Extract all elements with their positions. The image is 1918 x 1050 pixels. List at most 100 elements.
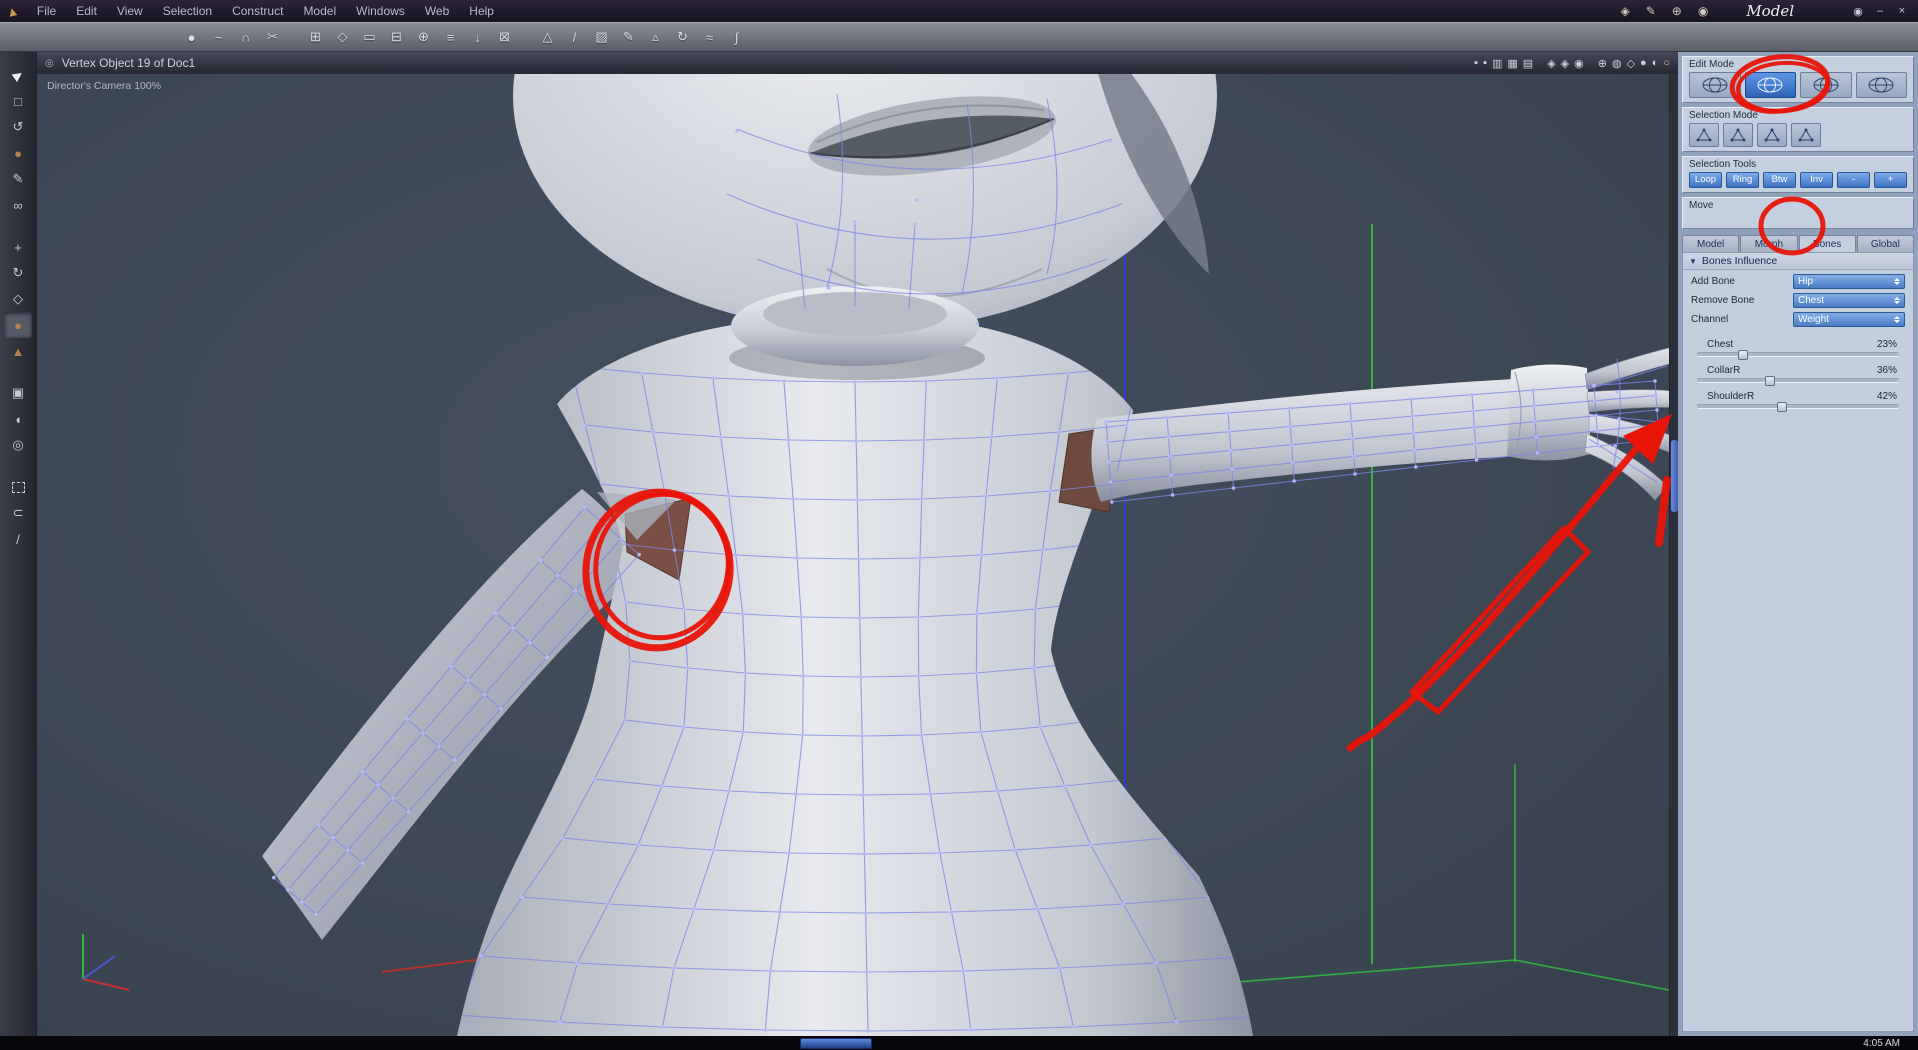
eye-button[interactable]: ◉ [1850, 5, 1866, 18]
edit-mode-wire-button[interactable] [1689, 72, 1741, 98]
weight-slider-thumb[interactable] [1738, 350, 1749, 360]
pyramid-icon[interactable]: ▵ [642, 25, 669, 49]
weight-slider-thumb[interactable] [1764, 376, 1775, 386]
panel-tab[interactable]: Bones [1798, 235, 1856, 252]
collapse-triangle-icon[interactable]: ▼ [1689, 257, 1697, 266]
taskbar-app-button[interactable] [800, 1038, 872, 1049]
sphere-icon[interactable]: ● [1640, 57, 1647, 69]
spin-icon[interactable]: ↻ [669, 25, 696, 49]
menu-item[interactable]: File [27, 0, 66, 22]
split-three-icon[interactable]: ▤ [1523, 57, 1533, 70]
wire-globe-icon[interactable]: ◍ [1612, 57, 1622, 70]
pen-tool[interactable]: ✎ [4, 166, 32, 192]
paint-weights-tool[interactable]: ● [4, 312, 32, 338]
boolean-subtract-icon[interactable]: ⊟ [383, 25, 410, 49]
lasso-tool[interactable]: ⊂ [4, 500, 32, 526]
taskbar[interactable]: 4:05 AM [0, 1036, 1918, 1050]
scissors-icon[interactable]: ✂ [259, 25, 286, 49]
scrollbar-thumb[interactable] [1671, 439, 1678, 512]
grid-icon[interactable]: ⊞ [302, 25, 329, 49]
hatch-icon[interactable]: ▨ [588, 25, 615, 49]
menu-item[interactable]: Windows [346, 0, 415, 22]
cone-icon[interactable]: △ [534, 25, 561, 49]
menu-item[interactable]: Model [293, 0, 346, 22]
edit-mode-shaded-button[interactable] [1800, 72, 1852, 98]
ring-icon[interactable]: ○ [1663, 57, 1670, 69]
minimize-button[interactable]: – [1872, 5, 1888, 18]
menu-item[interactable]: Selection [153, 0, 222, 22]
panel-tab[interactable]: Global [1856, 235, 1914, 252]
wireframe-mode-icon[interactable]: ▪ [1474, 57, 1478, 69]
3d-scene[interactable] [37, 74, 1679, 1036]
viewport-scrollbar[interactable] [1669, 74, 1678, 1036]
orbit-icon[interactable]: ⊕ [1598, 57, 1607, 70]
soft-select-tool[interactable]: ● [4, 140, 32, 166]
marquee-tool[interactable]: □ [4, 88, 32, 114]
selection-tool-button[interactable]: Inv [1800, 172, 1833, 188]
rotate-tool[interactable]: ↻ [4, 260, 32, 286]
menu-item[interactable]: Help [459, 0, 504, 22]
paint-icon[interactable]: ✎ [1646, 4, 1656, 18]
shaded-mode-icon[interactable]: ▪ [1483, 57, 1487, 69]
menu-item[interactable]: Construct [222, 0, 293, 22]
scale-tool[interactable]: ◇ [4, 286, 32, 312]
weight-slider-track[interactable] [1697, 376, 1899, 386]
shield-a-icon[interactable]: ◈ [1547, 57, 1555, 70]
split-two-icon[interactable]: ▥ [1492, 57, 1502, 70]
split-four-icon[interactable]: ▦ [1507, 57, 1517, 70]
selection-tool-button[interactable]: Loop [1689, 172, 1722, 188]
knife-icon[interactable]: / [561, 25, 588, 49]
selection-tool-button[interactable]: Btw [1763, 172, 1796, 188]
panel-tab[interactable]: Morph [1740, 235, 1798, 252]
cone-tool[interactable]: ▲ [4, 338, 32, 364]
plane-icon[interactable]: ▭ [356, 25, 383, 49]
delete-icon[interactable]: ⊠ [491, 25, 518, 49]
target-icon[interactable]: ⊕ [1672, 4, 1682, 18]
viewport-menu-icon[interactable]: ◎ [45, 58, 54, 69]
pointer-icon[interactable]: ◉ [1698, 4, 1708, 18]
close-button[interactable]: × [1894, 5, 1910, 18]
bone-dropdown[interactable]: Weight [1793, 312, 1905, 327]
selection-tool-button[interactable]: + [1874, 172, 1907, 188]
contrast-icon[interactable]: ◐ [1652, 57, 1659, 69]
box-icon[interactable]: ◇ [1627, 57, 1635, 70]
sphere-primitive-icon[interactable]: ● [178, 25, 205, 49]
weld-tool[interactable]: ∞ [4, 192, 32, 218]
camera-tool[interactable]: ▣ [4, 380, 32, 406]
edit-mode-spheres-button[interactable] [1855, 72, 1907, 98]
pen-icon[interactable]: ✎ [615, 25, 642, 49]
weight-slider-thumb[interactable] [1776, 402, 1787, 412]
arc-icon[interactable]: ∩ [232, 25, 259, 49]
panel-tab[interactable]: Model [1682, 235, 1740, 252]
rect-select-tool[interactable] [4, 474, 32, 500]
menu-item[interactable]: Edit [66, 0, 107, 22]
pan-tool[interactable]: ◖ [4, 406, 32, 432]
select-tool[interactable]: ▶ [4, 62, 32, 88]
selection-tool-button[interactable]: - [1837, 172, 1870, 188]
zoom-tool[interactable]: ◎ [4, 432, 32, 458]
selection-tool-button[interactable]: Ring [1726, 172, 1759, 188]
shield-b-icon[interactable]: ◈ [1561, 57, 1569, 70]
menu-item[interactable]: Web [415, 0, 459, 22]
rotate-view-tool[interactable]: ↺ [4, 114, 32, 140]
select-edge-button[interactable] [1723, 123, 1753, 147]
bend-icon[interactable]: ∫ [723, 25, 750, 49]
boolean-add-icon[interactable]: ⊕ [410, 25, 437, 49]
bones-influence-header[interactable]: ▼ Bones Influence [1683, 253, 1913, 270]
viewport-titlebar[interactable]: ◎ Vertex Object 19 of Doc1 ▪ ▪ ▥ ▦ ▤ ◈ ◈ ◉ ⊕ ◍ ◇ ● ◐… [37, 52, 1678, 74]
curve-icon[interactable]: ~ [205, 25, 232, 49]
pan-hand-icon[interactable]: ◈ [1620, 4, 1629, 18]
weight-slider-track[interactable] [1697, 402, 1899, 412]
shield-c-icon[interactable]: ◉ [1574, 57, 1584, 70]
move-tool[interactable]: + [4, 234, 32, 260]
select-vertex-button[interactable] [1689, 123, 1719, 147]
drop-icon[interactable]: ↓ [464, 25, 491, 49]
bone-dropdown[interactable]: Hip [1793, 274, 1905, 289]
weight-slider-track[interactable] [1697, 350, 1899, 360]
diamond-icon[interactable]: ◇ [329, 25, 356, 49]
layers-icon[interactable]: ≡ [437, 25, 464, 49]
edit-mode-vertex-button[interactable] [1744, 72, 1796, 98]
select-object-button[interactable] [1791, 123, 1821, 147]
line-tool[interactable]: / [4, 526, 32, 552]
menu-item[interactable]: View [107, 0, 153, 22]
